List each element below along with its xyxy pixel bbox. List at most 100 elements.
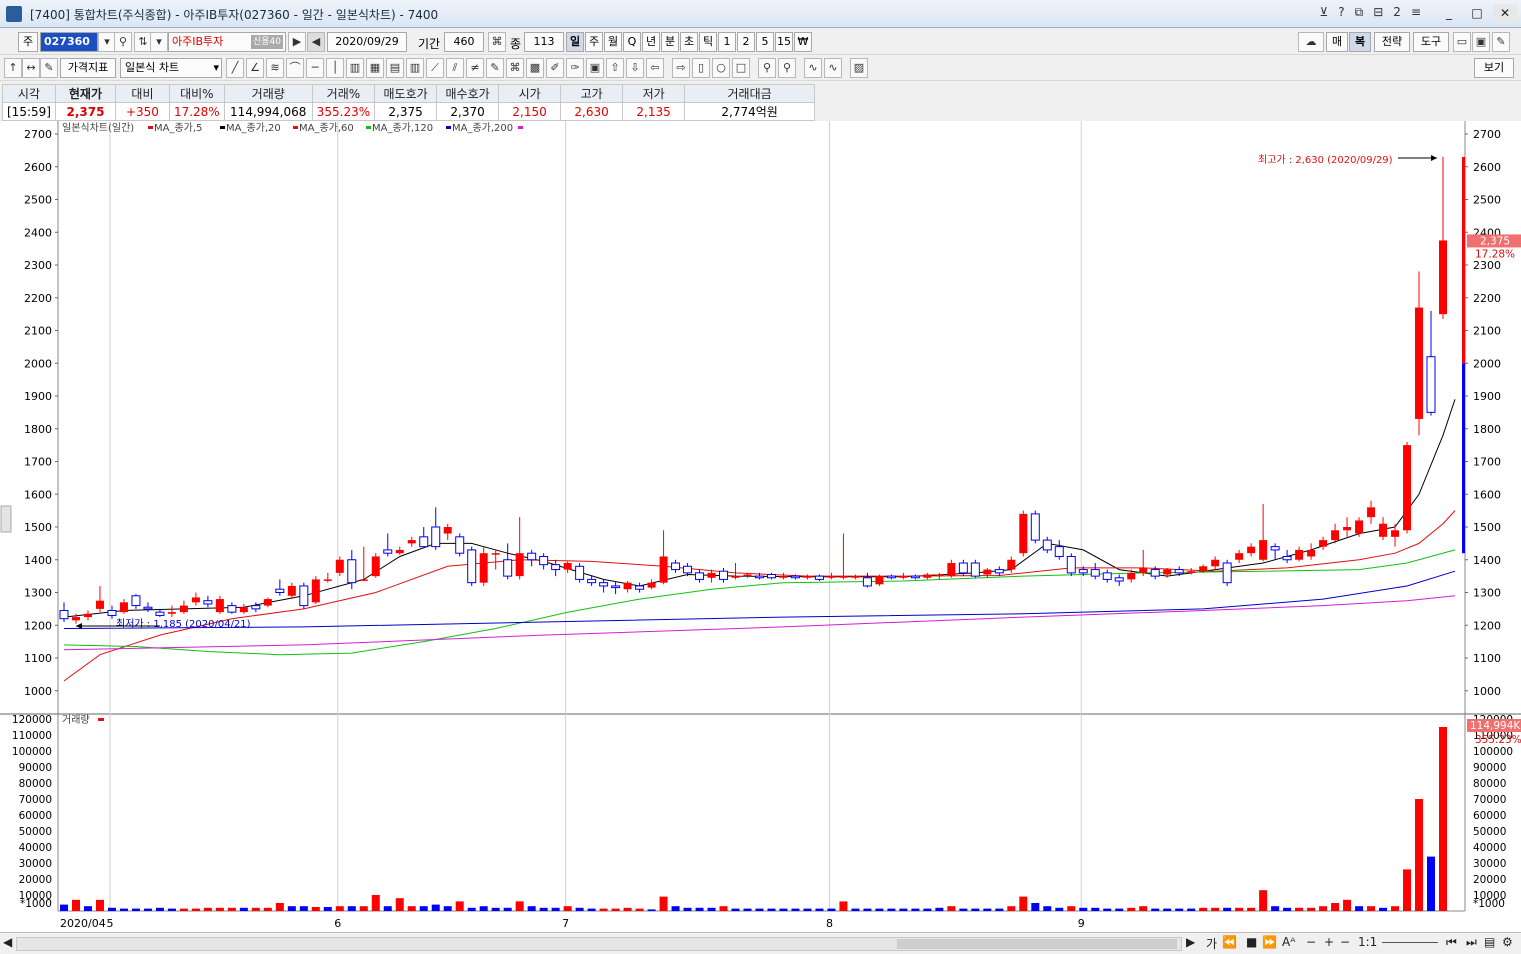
scroll-right-icon[interactable]: ▶ <box>1186 935 1195 949</box>
draw-tool-icon[interactable]: ─ <box>306 58 324 78</box>
draw-tool-icon[interactable]: ▥ <box>406 58 424 78</box>
draw-tool-icon[interactable]: ⚲ <box>778 58 796 78</box>
draw-tool-icon[interactable]: ▣ <box>586 58 604 78</box>
resize-icon[interactable]: ↔ <box>22 58 40 78</box>
layout-icon[interactable]: ⊟ <box>1373 5 1383 20</box>
zoom-slider[interactable] <box>1382 935 1438 943</box>
maximize-button[interactable]: □ <box>1465 4 1489 22</box>
forward-icon[interactable]: ⏩ <box>1262 935 1277 949</box>
timeframe-7[interactable]: 틱 <box>699 32 717 52</box>
stock-name-field[interactable]: 아주IB투자 신용40 <box>168 32 286 52</box>
timeframe-0[interactable]: 일 <box>566 32 584 52</box>
draw-tool-icon[interactable]: ▨ <box>850 58 868 78</box>
compound-button[interactable]: 복 <box>1349 32 1371 52</box>
timeframe-5[interactable]: 분 <box>661 32 679 52</box>
zoom-in-icon[interactable]: + <box>1324 935 1334 949</box>
strategy-button[interactable]: 전략 <box>1374 32 1410 52</box>
draw-tool-icon[interactable]: ⇧ <box>606 58 624 78</box>
candle-body <box>311 579 320 603</box>
rewind-icon[interactable]: ⏪ <box>1222 935 1237 949</box>
period-input[interactable]: 460 <box>444 32 484 52</box>
minimize-button[interactable]: _ <box>1437 4 1461 22</box>
next-icon[interactable]: ▶ <box>288 32 306 52</box>
draw-tool-icon[interactable]: ✑ <box>566 58 584 78</box>
timeframe-6[interactable]: 초 <box>680 32 698 52</box>
draw-tool-icon[interactable]: ○ <box>712 58 730 78</box>
link-icon[interactable]: ⧉ <box>1355 5 1364 20</box>
pin-icon[interactable]: ⊻ <box>1319 5 1328 20</box>
draw-tool-icon[interactable]: ▥ <box>346 58 364 78</box>
timeframe-10[interactable]: 5 <box>756 32 774 52</box>
buy-button[interactable]: 매 <box>1326 32 1348 52</box>
last-icon[interactable]: ⏭ <box>1466 935 1477 950</box>
up-arrow-icon[interactable]: ↑ <box>4 58 22 78</box>
draw-tool-icon[interactable]: ╱ <box>226 58 244 78</box>
price-indicator-button[interactable]: 가격지표 <box>60 58 116 78</box>
font-size-icon[interactable]: Aᴬ <box>1282 935 1295 949</box>
zoom-ratio[interactable]: 1:1 <box>1358 935 1377 949</box>
volume-bar <box>1043 906 1052 911</box>
timeframe-12[interactable]: ₩ <box>794 32 812 52</box>
edit-icon[interactable]: ✎ <box>40 58 58 78</box>
draw-tool-icon[interactable]: ⇩ <box>626 58 644 78</box>
close-button[interactable]: ✕ <box>1493 4 1517 22</box>
timeframe-9[interactable]: 2 <box>737 32 755 52</box>
save-icon[interactable]: ▣ <box>1472 32 1490 52</box>
cloud-icon[interactable]: ☁ <box>1298 32 1324 52</box>
view-button[interactable]: 보기 <box>1474 58 1514 78</box>
screen-num[interactable]: 2 <box>1393 5 1401 20</box>
first-icon[interactable]: ⏮ <box>1446 935 1457 950</box>
scroll-left-icon[interactable]: ◀ <box>3 935 12 949</box>
draw-tool-icon[interactable]: ⟋ <box>426 58 444 78</box>
timeframe-8[interactable]: 1 <box>718 32 736 52</box>
timeframe-4[interactable]: 년 <box>642 32 660 52</box>
timeframe-3[interactable]: Q <box>623 32 641 52</box>
help-icon[interactable]: ? <box>1338 5 1344 20</box>
chart-type-select[interactable]: 일본식 차트 ▾ <box>120 58 222 78</box>
minus-icon[interactable]: − <box>1340 935 1350 949</box>
draw-tool-icon[interactable]: ⌒ <box>286 58 304 78</box>
draw-tool-icon[interactable]: ▦ <box>366 58 384 78</box>
folder-icon[interactable]: ▭ <box>1453 32 1471 52</box>
settings-icon[interactable]: ⚙ <box>1502 935 1513 949</box>
lock-icon[interactable]: ⌘ <box>488 32 506 52</box>
draw-tool-icon[interactable]: ⫽ <box>446 58 464 78</box>
draw-tool-icon[interactable]: ▩ <box>526 58 544 78</box>
timeframe-11[interactable]: 15 <box>775 32 793 52</box>
dropdown-icon[interactable]: ▾ <box>150 32 168 52</box>
draw-tool-icon[interactable]: ∿ <box>824 58 842 78</box>
prev-icon[interactable]: ◀ <box>307 32 325 52</box>
draw-tool-icon[interactable]: ≠ <box>466 58 484 78</box>
draw-tool-icon[interactable]: ⇨ <box>672 58 690 78</box>
scroll-thumb[interactable] <box>897 939 1177 949</box>
draw-tool-icon[interactable]: ✐ <box>546 58 564 78</box>
wrench-icon[interactable]: ✎ <box>1492 32 1510 52</box>
chart-svg[interactable]: 2020/04 5 6 7 8 9 2700 2700 2600 2600 2500 2500 2400… <box>0 121 1521 932</box>
horizontal-scrollbar[interactable] <box>16 937 1182 951</box>
timeframe-2[interactable]: 월 <box>604 32 622 52</box>
market-select[interactable]: 주 <box>18 32 38 52</box>
draw-tool-icon[interactable]: ▯ <box>692 58 710 78</box>
count-input[interactable]: 113 <box>524 32 564 52</box>
date-input[interactable]: 2020/09/29 <box>327 32 407 52</box>
search-icon[interactable]: ⚲ <box>114 32 132 52</box>
tools-button[interactable]: 도구 <box>1413 32 1449 52</box>
draw-tool-icon[interactable]: │ <box>326 58 344 78</box>
menu-icon[interactable]: ≡ <box>1411 5 1421 20</box>
draw-tool-icon[interactable]: ⇦ <box>646 58 664 78</box>
draw-tool-icon[interactable]: ≋ <box>266 58 284 78</box>
stop-icon[interactable]: ■ <box>1246 935 1257 949</box>
note-icon[interactable]: ▤ <box>1484 935 1495 949</box>
timeframe-1[interactable]: 주 <box>585 32 603 52</box>
draw-tool-icon[interactable]: ∿ <box>804 58 822 78</box>
zoom-out-icon[interactable]: − <box>1306 935 1316 949</box>
draw-tool-icon[interactable]: ⚲ <box>758 58 776 78</box>
stock-code-input[interactable]: 027360 <box>40 32 98 52</box>
draw-tool-icon[interactable]: ∠ <box>246 58 264 78</box>
chart-area[interactable]: 2020/04 5 6 7 8 9 2700 2700 2600 2600 2500 2500 2400… <box>0 121 1521 932</box>
bottom-label[interactable]: 가 <box>1206 935 1217 952</box>
draw-tool-icon[interactable]: □ <box>732 58 750 78</box>
draw-tool-icon[interactable]: ▤ <box>386 58 404 78</box>
draw-tool-icon[interactable]: ⌘ <box>506 58 524 78</box>
draw-tool-icon[interactable]: ✎ <box>486 58 504 78</box>
